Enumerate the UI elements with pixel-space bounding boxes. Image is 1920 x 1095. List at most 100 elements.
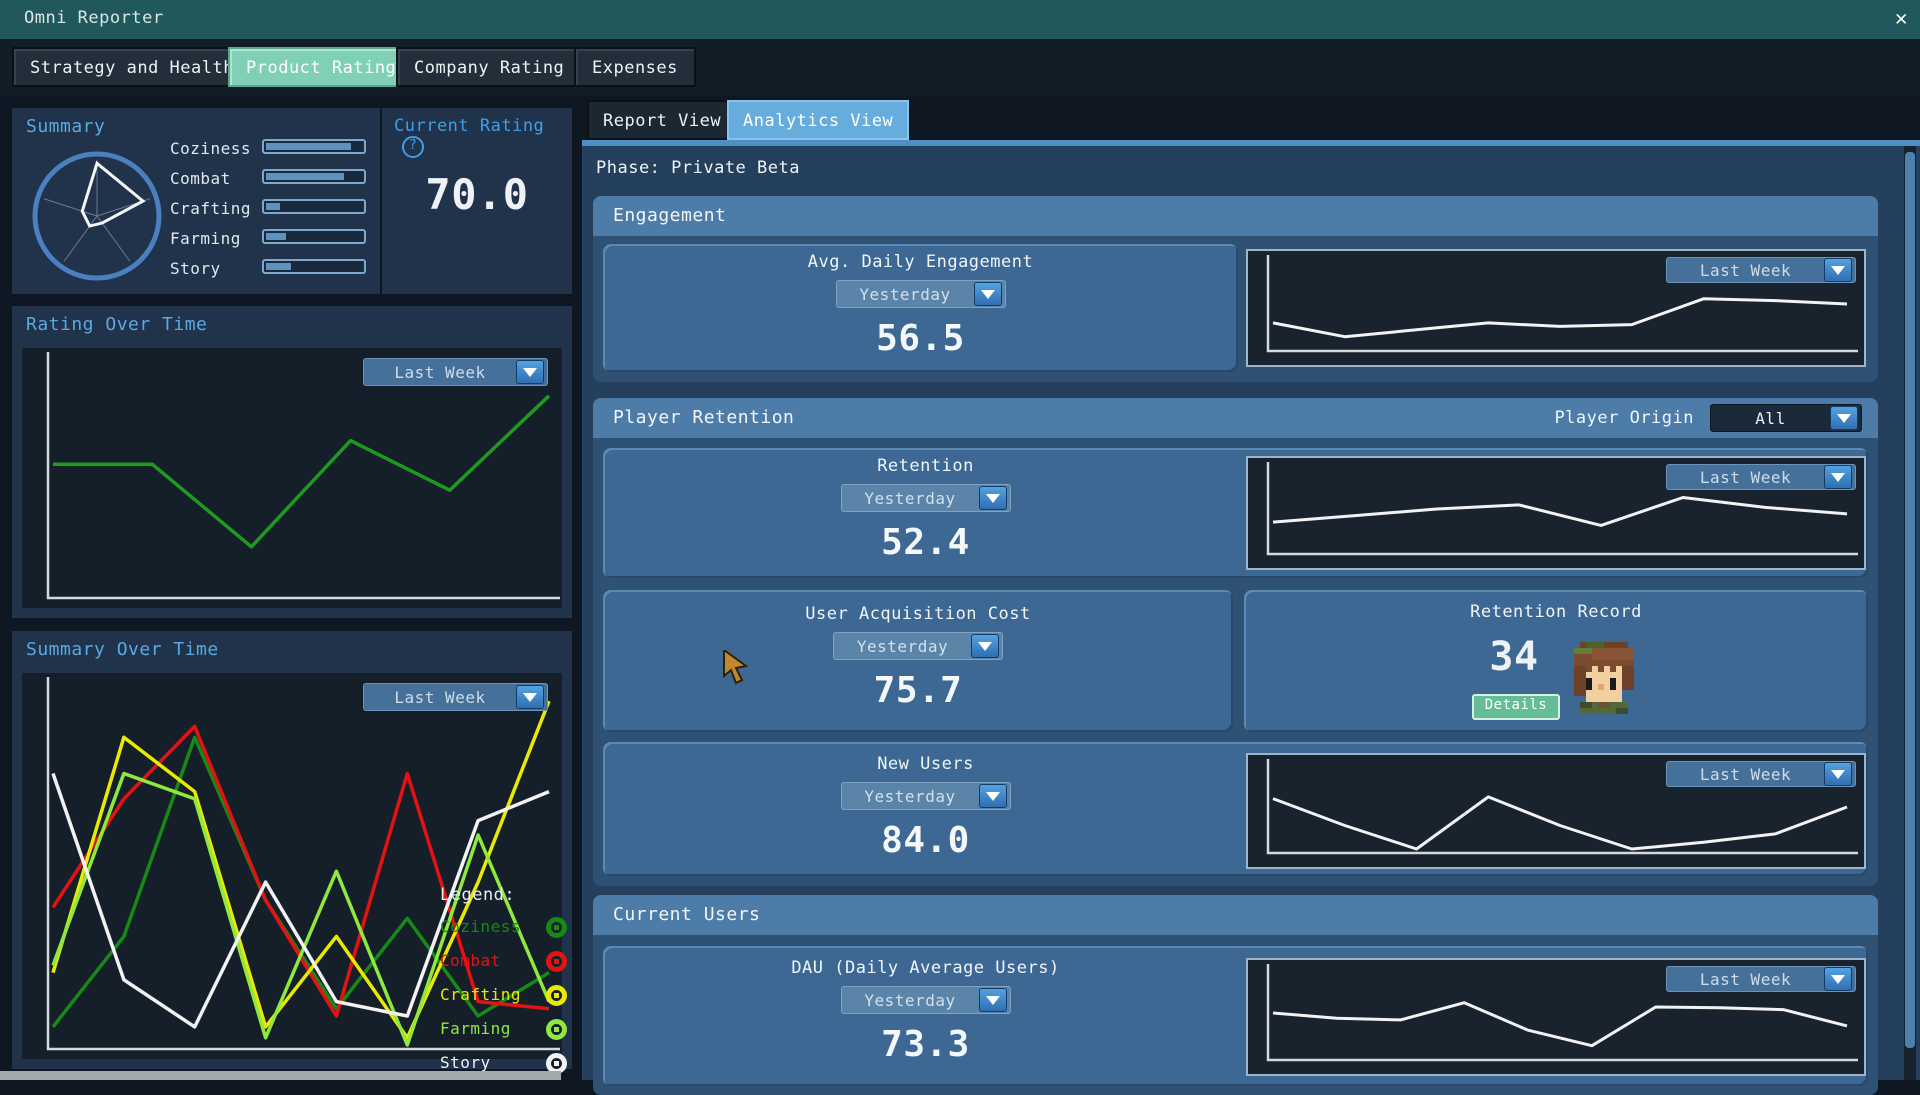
metric-value: 52.4 [603,522,1248,563]
period-dropdown[interactable]: Yesterday [836,280,1006,308]
legend-marker-icon[interactable] [546,985,567,1006]
tab-strategy-and-health[interactable]: Strategy and Health [12,47,252,87]
new-users-chart: Last Week [1246,753,1866,869]
rating-over-time-title: Rating Over Time [26,314,207,335]
player-retention-section: Player Retention Player Origin All Reten… [593,398,1878,886]
summary-panel-title: Summary [26,116,105,137]
stat-bar-story [262,259,366,274]
chevron-down-icon [1824,967,1852,991]
summary-panel: Summary Coziness Combat Crafting Farming… [12,108,380,294]
period-dropdown[interactable]: Yesterday [841,782,1011,810]
new-users-row-card: New Users Yesterday 84.0 Last Week [603,742,1868,876]
retention-row-card: Retention Yesterday 52.4 Last Week [603,448,1868,578]
current-rating-value: 70.0 [382,170,572,219]
legend-item-coziness: Coziness [440,917,580,941]
metric-label: User Acquisition Cost [603,604,1233,624]
summary-radar-chart [22,138,172,288]
chevron-down-icon [1824,762,1852,786]
stat-label-crafting: Crafting [170,199,251,218]
legend-item-crafting: Crafting [440,985,580,1009]
vertical-scrollbar-thumb[interactable] [1905,152,1915,1048]
legend-marker-icon[interactable] [546,951,567,972]
mouse-cursor-icon [722,650,752,684]
horizontal-scrollbar[interactable] [0,1071,561,1080]
metric-value: 73.3 [603,1024,1248,1065]
player-retention-header: Player Retention Player Origin All [593,398,1878,438]
stat-bar-crafting [262,199,366,214]
current-rating-panel: Current Rating? 70.0 [382,108,572,294]
summary-over-time-panel: Summary Over Time Last Week Legend: Cozi… [12,631,572,1069]
metric-value: 84.0 [603,820,1248,861]
period-dropdown[interactable]: Yesterday [841,484,1011,512]
engagement-header: Engagement [593,196,1878,236]
legend-item-combat: Combat [440,951,580,975]
engagement-chart: Last Week [1246,249,1866,367]
stat-label-story: Story [170,259,221,278]
chevron-down-icon [516,685,544,709]
legend-marker-icon[interactable] [546,1019,567,1040]
close-icon[interactable]: ✕ [1895,6,1908,30]
metric-label: New Users [603,754,1248,774]
player-origin-label: Player Origin [1554,408,1694,428]
tab-expenses[interactable]: Expenses [574,47,696,87]
engagement-metric-card: Avg. Daily Engagement Yesterday 56.5 [603,244,1238,372]
tab-company-rating[interactable]: Company Rating [396,47,582,87]
player-origin-dropdown[interactable]: All [1710,404,1862,432]
view-tab-underline [582,140,1920,146]
engagement-section: Engagement Avg. Daily Engagement Yesterd… [593,196,1878,382]
retention-chart: Last Week [1246,456,1866,570]
dau-chart: Last Week [1246,958,1866,1076]
chevron-down-icon [979,988,1007,1012]
summary-over-time-title: Summary Over Time [26,639,219,660]
dau-range-dropdown[interactable]: Last Week [1666,966,1856,992]
retention-record-value: 34 [1464,634,1564,680]
metric-value: 56.5 [603,318,1238,359]
summary-range-dropdown[interactable]: Last Week [363,683,548,711]
stat-bar-farming [262,229,366,244]
chevron-down-icon [516,360,544,384]
legend-marker-icon[interactable] [546,917,567,938]
dau-row-card: DAU (Daily Average Users) Yesterday 73.3… [603,946,1868,1086]
period-dropdown[interactable]: Yesterday [833,632,1003,660]
rating-over-time-line [22,348,562,608]
metric-label: DAU (Daily Average Users) [603,958,1248,978]
player-avatar [1568,640,1640,716]
legend-item-farming: Farming [440,1019,580,1043]
stat-label-combat: Combat [170,169,231,188]
stat-label-farming: Farming [170,229,241,248]
chevron-down-icon [1824,465,1852,489]
metric-label: Avg. Daily Engagement [603,252,1238,272]
chevron-down-icon [979,486,1007,510]
summary-over-time-chart: Last Week Legend: Coziness Combat Crafti… [22,673,562,1059]
rating-over-time-chart: Last Week [22,348,562,608]
metric-label: Retention [603,456,1248,476]
current-rating-title: Current Rating? [394,116,572,158]
title-bar: Omni Reporter ✕ [0,0,1920,39]
retention-record-card: Retention Record 34 [1244,590,1868,732]
rating-over-time-panel: Rating Over Time Last Week [12,306,572,618]
acquisition-card: User Acquisition Cost Yesterday 75.7 [603,590,1233,732]
legend-title: Legend: [440,885,515,905]
current-users-section: Current Users DAU (Daily Average Users) … [593,895,1878,1095]
stat-bar-combat [262,169,366,184]
chevron-down-icon [974,282,1002,306]
details-button[interactable]: Details [1472,694,1560,720]
current-users-header: Current Users [593,895,1878,935]
vertical-scrollbar[interactable] [1904,146,1916,1080]
chevron-down-icon [1824,258,1852,282]
top-tab-bar: Strategy and Health Product Rating Compa… [0,39,1920,96]
help-icon[interactable]: ? [402,136,424,158]
tab-report-view[interactable]: Report View [587,100,737,140]
chevron-down-icon [979,784,1007,808]
new-users-range-dropdown[interactable]: Last Week [1666,761,1856,787]
stat-label-coziness: Coziness [170,139,251,158]
retention-range-dropdown[interactable]: Last Week [1666,464,1856,490]
period-dropdown[interactable]: Yesterday [841,986,1011,1014]
tab-analytics-view[interactable]: Analytics View [727,100,909,140]
metric-value: 75.7 [603,670,1233,711]
tab-product-rating[interactable]: Product Rating [228,47,414,87]
engagement-range-dropdown[interactable]: Last Week [1666,257,1856,283]
rating-range-dropdown[interactable]: Last Week [363,358,548,386]
retention-record-label: Retention Record [1244,602,1868,622]
stat-bar-coziness [262,139,366,154]
